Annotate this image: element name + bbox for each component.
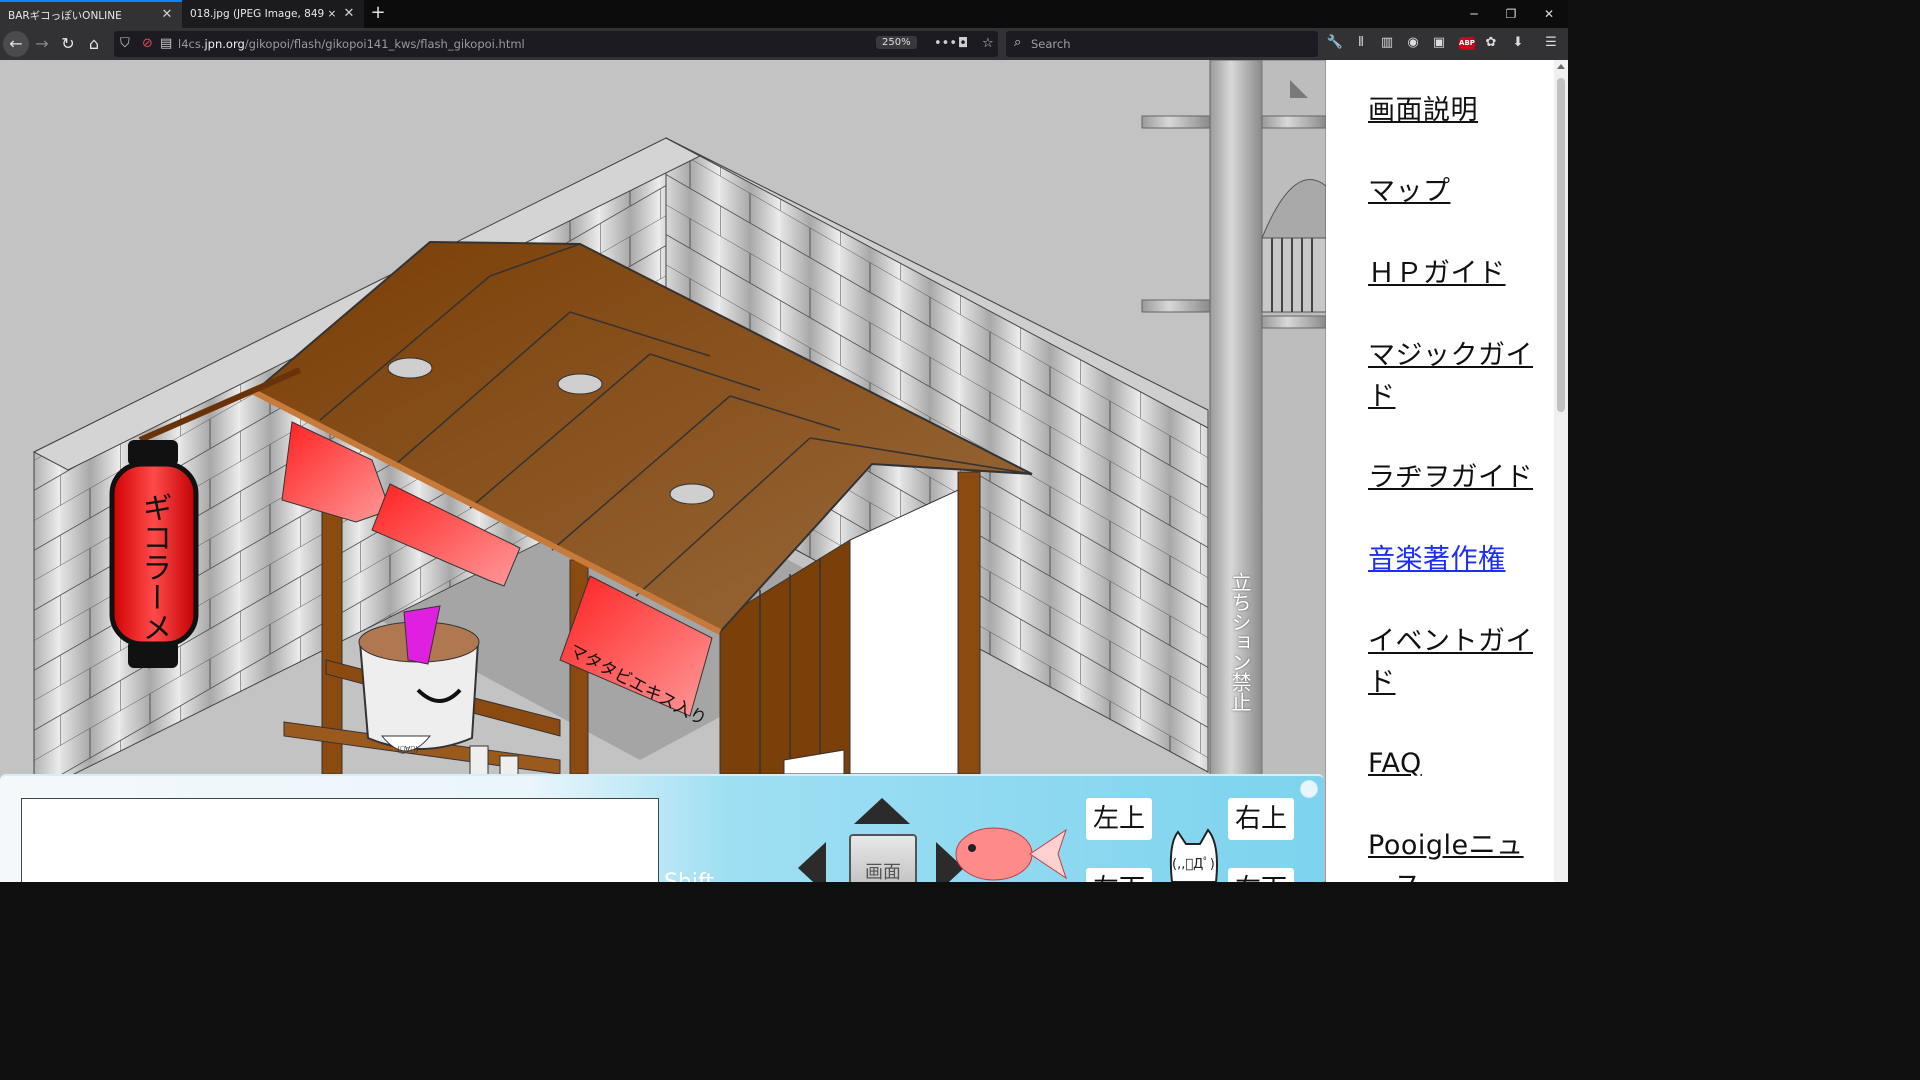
account-icon[interactable]: ◉: [1402, 31, 1424, 55]
adblock-plus-icon[interactable]: ABP: [1459, 37, 1475, 50]
reload-icon[interactable]: ↻: [55, 31, 81, 57]
restore-icon[interactable]: ❐: [1492, 0, 1530, 28]
url-text[interactable]: l4cs.jpn.org/gikopoi/flash/gikopoi141_kw…: [178, 37, 525, 51]
move-up-left-button[interactable]: 左上: [1086, 798, 1152, 840]
screenshot-icon[interactable]: ▣: [1428, 31, 1450, 55]
scroll-up-arrow-icon[interactable]: [1557, 64, 1565, 69]
zoom-level-badge[interactable]: 250%: [876, 36, 917, 49]
forward-arrow-icon[interactable]: →: [29, 31, 55, 57]
tab-bar: BARギコっぽいONLINE ✕ 018.jpg (JPEG Image, 84…: [0, 0, 1568, 28]
menu-link-screen-explanation[interactable]: 画面説明: [1368, 90, 1548, 131]
page-content: マタタビエキス入り ギコラーメン (ﾟ∀ﾟ) 立ちション禁止 Shift: [0, 60, 1568, 882]
minimize-icon[interactable]: ─: [1455, 0, 1493, 28]
new-tab-plus-icon[interactable]: +: [364, 0, 392, 28]
ramen-stall-scene: マタタビエキス入り ギコラーメン (ﾟ∀ﾟ): [0, 60, 1326, 882]
home-icon[interactable]: ⌂: [81, 31, 107, 57]
tab-label: BARギコっぽいONLINE: [8, 9, 122, 22]
menu-link-faq[interactable]: FAQ: [1368, 743, 1548, 784]
menu-link-hp-guide[interactable]: ＨＰガイド: [1368, 253, 1548, 294]
sidebar-icon[interactable]: ▥: [1376, 31, 1398, 55]
tab-label: 018.jpg (JPEG Image, 849 × 608 pi: [190, 8, 338, 20]
wrench-icon[interactable]: 🔧: [1324, 31, 1346, 55]
shield-icon[interactable]: ⛉: [120, 36, 130, 51]
menu-link-event-guide[interactable]: イベントガイド: [1368, 621, 1548, 703]
bowl-face-text: (ﾟ∀ﾟ): [397, 745, 418, 754]
giko-cat-avatar: (,,ﾟДﾟ): [1169, 828, 1218, 882]
search-bar[interactable]: ⌕ Search: [1006, 31, 1318, 57]
blocked-autoplay-icon[interactable]: ⊘: [142, 36, 153, 51]
download-icon[interactable]: ⬇: [1507, 31, 1529, 55]
move-down-right-button[interactable]: 右下: [1228, 868, 1294, 882]
move-up-right-button[interactable]: 右上: [1228, 798, 1294, 840]
no-urination-sign: 立ちション禁止: [1228, 572, 1252, 712]
move-left-arrow-icon[interactable]: [798, 842, 826, 882]
url-bar[interactable]: ⛉ ⊘ ▤ l4cs.jpn.org/gikopoi/flash/gikopoi…: [114, 31, 998, 57]
chat-log-box[interactable]: [21, 798, 659, 882]
cat-face-text: (,,ﾟДﾟ): [1172, 857, 1215, 872]
close-tab-icon[interactable]: ✕: [342, 7, 356, 21]
menu-link-pooigle-news[interactable]: Pooigleニュース: [1368, 825, 1548, 882]
page-scrollbar[interactable]: [1554, 60, 1568, 882]
menu-link-radio-guide[interactable]: ラヂヲガイド: [1368, 457, 1548, 498]
side-menu: 画面説明 マップ ＨＰガイド マジックガイド ラヂヲガイド 音楽著作権 イベント…: [1326, 60, 1554, 882]
bookmark-star-icon[interactable]: ☆: [982, 36, 994, 51]
scrollbar-thumb[interactable]: [1557, 78, 1565, 412]
corner-triangle-icon[interactable]: [1286, 76, 1312, 102]
screen-button[interactable]: 画面: [849, 834, 917, 882]
library-icon[interactable]: ⫴: [1350, 31, 1372, 55]
panel-toggle-dot[interactable]: [1300, 780, 1318, 798]
lantern-text: ギコラーメン: [137, 492, 172, 672]
game-stage[interactable]: マタタビエキス入り ギコラーメン (ﾟ∀ﾟ) 立ちション禁止 Shift: [0, 60, 1326, 882]
page-actions-icon[interactable]: •••: [934, 36, 957, 51]
tab-image-018[interactable]: 018.jpg (JPEG Image, 849 × 608 pi ✕: [182, 0, 364, 28]
move-up-arrow-icon[interactable]: [854, 798, 910, 824]
menu-link-map[interactable]: マップ: [1368, 171, 1548, 212]
goldfish-icon: [955, 827, 1067, 881]
move-down-left-button[interactable]: 左下: [1086, 868, 1152, 882]
menu-link-music-copyright[interactable]: 音楽著作権: [1368, 539, 1548, 580]
search-icon: ⌕: [1014, 35, 1022, 50]
search-input[interactable]: Search: [1031, 37, 1071, 51]
back-arrow-icon[interactable]: ←: [3, 31, 29, 57]
close-tab-icon[interactable]: ✕: [160, 8, 174, 22]
menu-link-magic-guide[interactable]: マジックガイド: [1368, 335, 1548, 417]
tab-bar-gikopoi[interactable]: BARギコっぽいONLINE ✕: [0, 0, 182, 28]
control-panel: Shift 画面 左上 右上 左下 右下 (,,ﾟДﾟ): [0, 774, 1324, 882]
close-window-icon[interactable]: ✕: [1530, 0, 1568, 28]
shift-label: Shift: [664, 870, 714, 882]
hamburger-menu-icon[interactable]: ☰: [1540, 31, 1562, 55]
lock-icon[interactable]: ▤: [160, 36, 172, 51]
pocket-icon[interactable]: ◘: [958, 36, 968, 51]
extension-gear-icon[interactable]: ✿: [1480, 31, 1502, 55]
